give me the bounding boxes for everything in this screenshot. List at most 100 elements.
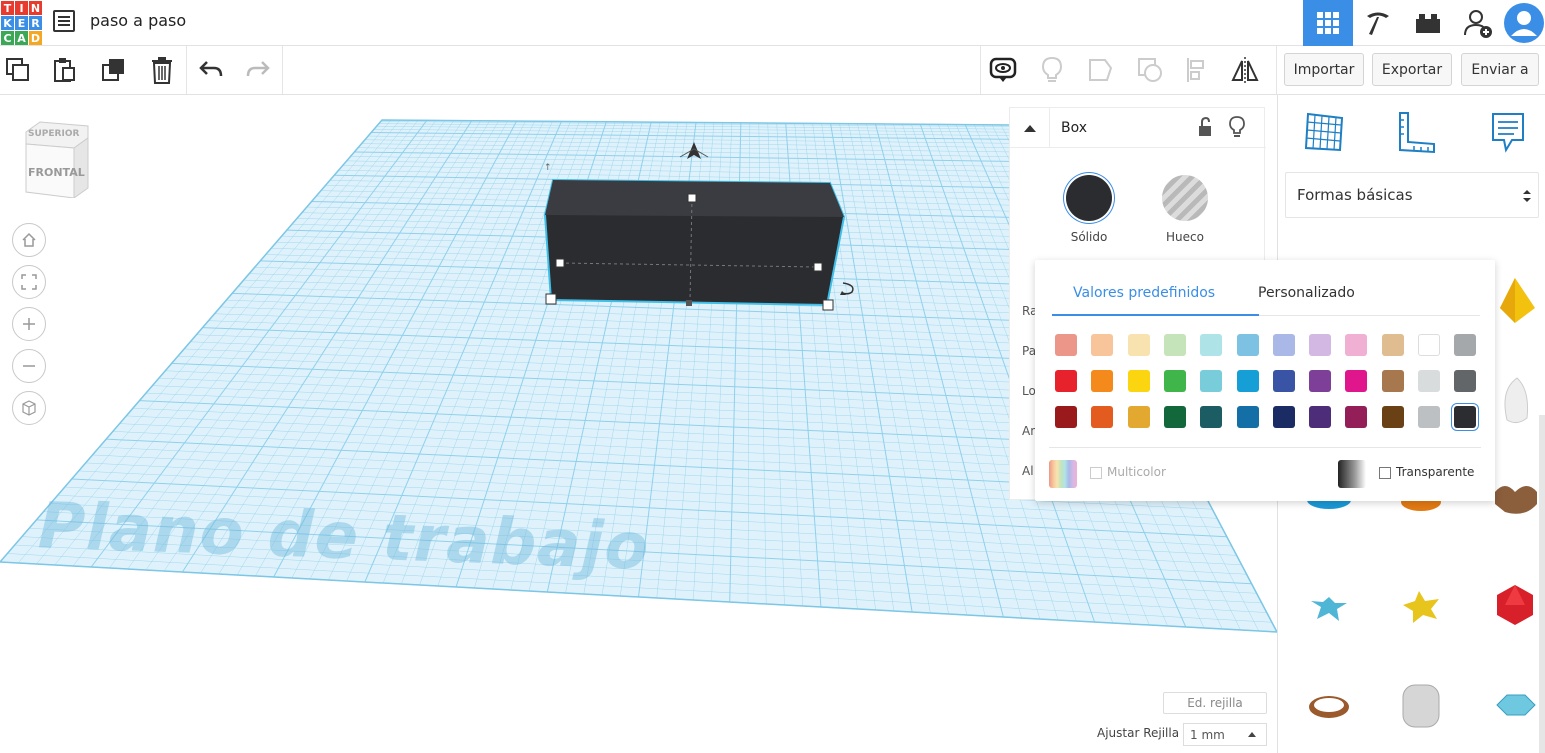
color-swatch[interactable] [1163, 334, 1186, 356]
align-button[interactable] [1183, 55, 1213, 85]
color-swatch[interactable] [1055, 406, 1077, 428]
color-swatch[interactable] [1381, 406, 1404, 428]
color-swatch[interactable] [1091, 406, 1114, 428]
delete-button[interactable] [147, 55, 177, 85]
shapes-scrollbar[interactable] [1539, 415, 1545, 753]
top-header: TIN KER CAD paso a paso [0, 0, 1545, 46]
group-button[interactable] [1086, 55, 1116, 85]
undo-button[interactable] [196, 55, 226, 85]
multicolor-icon[interactable] [1049, 460, 1077, 488]
color-swatch[interactable] [1236, 406, 1259, 428]
bricks-view-button[interactable] [1403, 0, 1453, 46]
color-swatch[interactable] [1345, 406, 1368, 428]
notes-tool-button[interactable] [1483, 107, 1533, 157]
workplane-tool-button[interactable] [1299, 107, 1349, 157]
3d-design-view-button[interactable] [1303, 0, 1353, 46]
minus-icon [23, 365, 35, 367]
export-button[interactable]: Exportar [1372, 53, 1452, 86]
color-swatch[interactable] [1381, 334, 1404, 356]
transparency-icon[interactable] [1338, 460, 1366, 488]
transparent-checkbox[interactable] [1379, 467, 1391, 479]
color-swatch[interactable] [1127, 370, 1150, 392]
color-swatch[interactable] [1055, 370, 1077, 392]
color-swatch[interactable] [1091, 334, 1114, 356]
color-swatch[interactable] [1163, 406, 1186, 428]
lift-arrow-icon[interactable] [687, 142, 701, 159]
show-all-button[interactable] [988, 55, 1018, 85]
tab-presets[interactable]: Valores predefinidos [1073, 285, 1215, 301]
invite-user-button[interactable] [1453, 0, 1503, 46]
paste-button[interactable] [49, 55, 79, 85]
color-swatch[interactable] [1127, 334, 1150, 356]
gem-shape[interactable] [1485, 675, 1545, 735]
color-swatch[interactable] [1418, 334, 1440, 356]
edit-grid-button[interactable]: Ed. rejilla [1163, 692, 1267, 714]
icosahedron-shape[interactable] [1485, 575, 1545, 635]
mirror-button[interactable] [1230, 55, 1260, 85]
tinkercad-logo[interactable]: TIN KER CAD [0, 0, 42, 45]
color-swatch[interactable] [1200, 334, 1223, 356]
redo-button[interactable] [243, 55, 273, 85]
color-swatch[interactable] [1309, 406, 1332, 428]
toggle-hidden-button[interactable] [1037, 55, 1067, 85]
rotate-handle-icon[interactable] [841, 282, 854, 295]
fit-view-button[interactable] [12, 265, 46, 299]
view-cube-front-face[interactable]: FRONTAL [28, 166, 85, 179]
color-swatch[interactable] [1345, 334, 1368, 356]
copy-button[interactable] [3, 55, 33, 85]
solid-color-swatch[interactable] [1066, 175, 1112, 221]
home-view-button[interactable] [12, 223, 46, 257]
color-swatch[interactable] [1381, 370, 1404, 392]
view-cube-top-face[interactable]: SUPERIOR [28, 129, 79, 139]
color-swatch[interactable] [1345, 370, 1368, 392]
color-swatch[interactable] [1272, 406, 1295, 428]
design-title[interactable]: paso a paso [90, 11, 186, 30]
multicolor-checkbox[interactable] [1090, 467, 1102, 479]
color-swatch[interactable] [1418, 370, 1440, 392]
color-swatch[interactable] [1418, 406, 1440, 428]
ungroup-button[interactable] [1135, 55, 1165, 85]
rounded-box-shape[interactable] [1391, 675, 1451, 735]
ortho-view-button[interactable] [12, 391, 46, 425]
design-list-icon[interactable] [53, 10, 75, 32]
tube-shape[interactable] [1299, 675, 1359, 735]
logo-letter: E [15, 16, 28, 30]
lock-button[interactable] [1197, 116, 1213, 141]
hole-swatch[interactable] [1162, 175, 1208, 221]
snap-grid-select[interactable]: 1 mm [1183, 723, 1267, 746]
star-blue-shape[interactable] [1299, 575, 1359, 635]
user-avatar-button[interactable] [1503, 0, 1545, 46]
color-swatch[interactable] [1454, 370, 1477, 392]
prop-label: Lo [1022, 384, 1036, 398]
import-button[interactable]: Importar [1284, 53, 1364, 86]
collapse-inspector-button[interactable] [1010, 108, 1050, 148]
hide-shape-button[interactable] [1229, 116, 1245, 142]
shape-name[interactable]: Box [1061, 120, 1087, 136]
tab-custom[interactable]: Personalizado [1258, 285, 1355, 301]
star-yellow-shape[interactable] [1391, 575, 1451, 635]
color-swatch[interactable] [1454, 406, 1477, 428]
color-swatch[interactable] [1309, 334, 1332, 356]
color-swatch[interactable] [1055, 334, 1077, 356]
prop-label: Pa [1022, 344, 1037, 358]
duplicate-button[interactable] [99, 55, 129, 85]
color-swatch[interactable] [1091, 370, 1114, 392]
minecraft-view-button[interactable] [1353, 0, 1403, 46]
color-swatch[interactable] [1272, 334, 1295, 356]
color-swatch[interactable] [1454, 334, 1477, 356]
color-swatch[interactable] [1272, 370, 1295, 392]
color-swatch[interactable] [1236, 370, 1259, 392]
send-to-button[interactable]: Enviar a [1461, 53, 1539, 86]
ruler-tool-button[interactable] [1391, 107, 1441, 157]
view-cube[interactable]: SUPERIOR FRONTAL [22, 120, 90, 199]
color-swatch[interactable] [1127, 406, 1150, 428]
shape-category-select[interactable]: Formas básicas [1285, 172, 1539, 218]
color-swatch[interactable] [1236, 334, 1259, 356]
color-swatch[interactable] [1309, 370, 1332, 392]
zoom-out-button[interactable] [12, 349, 46, 383]
color-swatch[interactable] [1200, 406, 1223, 428]
logo-letter: D [29, 31, 42, 45]
zoom-in-button[interactable] [12, 307, 46, 341]
color-swatch[interactable] [1163, 370, 1186, 392]
color-swatch[interactable] [1200, 370, 1223, 392]
